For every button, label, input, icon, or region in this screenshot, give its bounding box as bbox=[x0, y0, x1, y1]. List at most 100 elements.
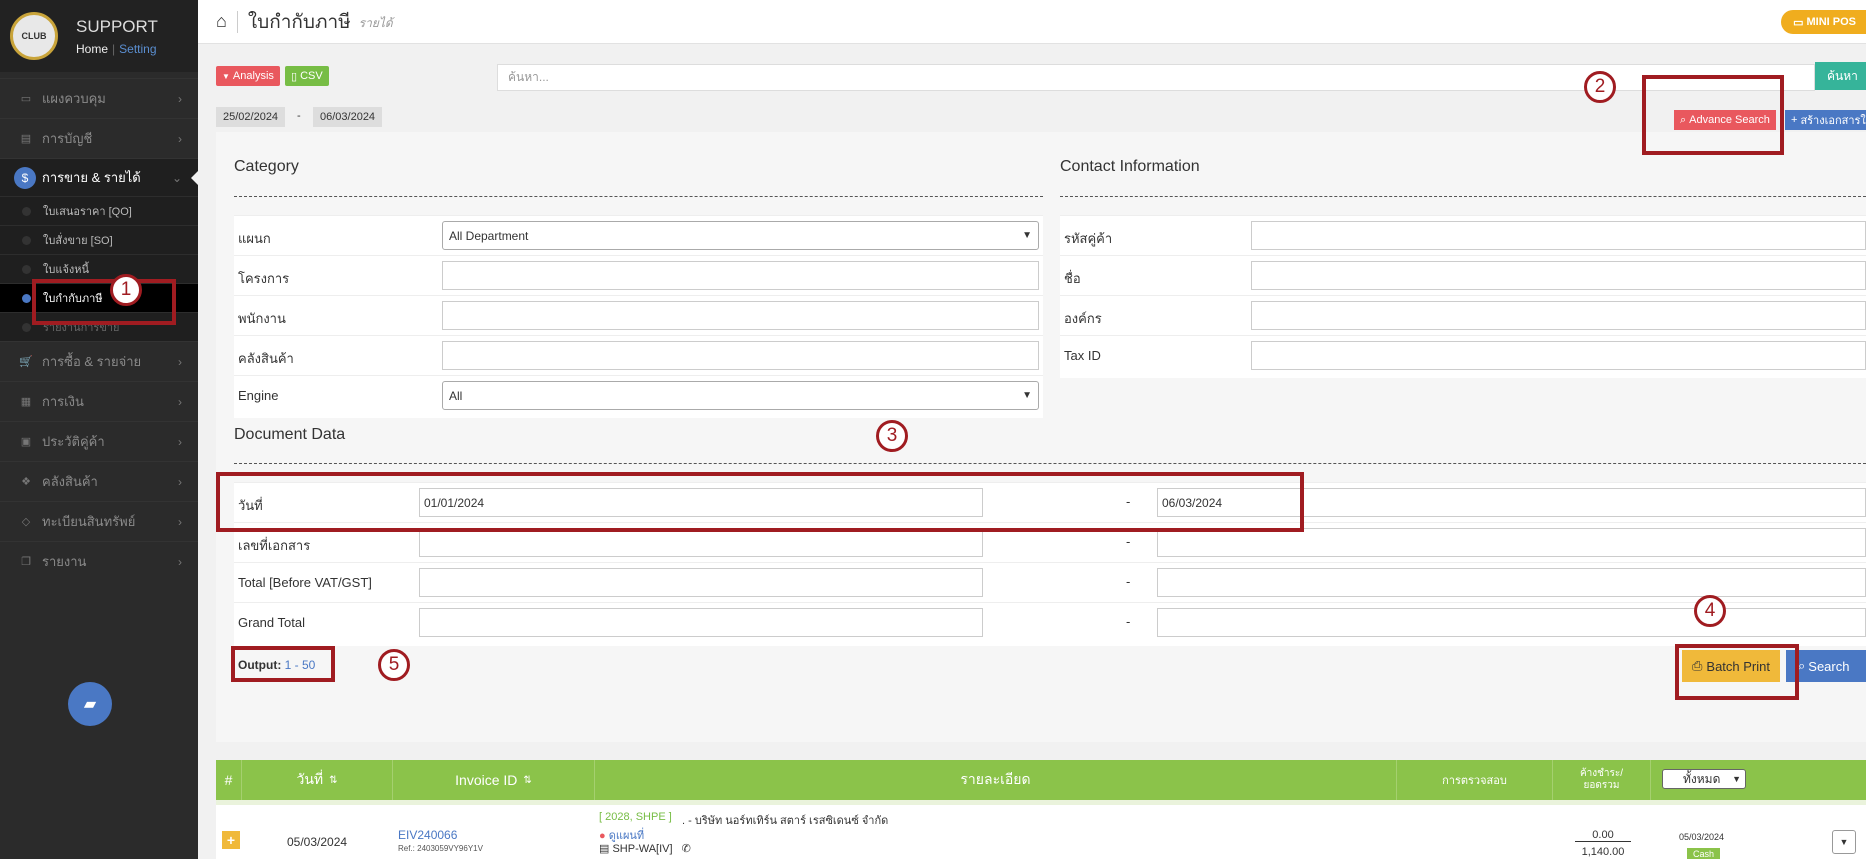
chevron-right-icon: › bbox=[178, 354, 182, 369]
search-label: Search bbox=[1808, 658, 1850, 674]
submenu-label: ใบสั่งขาย [SO] bbox=[43, 235, 113, 247]
project-label: โครงการ bbox=[238, 271, 290, 286]
divider bbox=[234, 463, 1866, 464]
column-header-detail: รายละเอียด bbox=[595, 760, 1397, 800]
topbar: ⌂ ใบกำกับภาษี รายได้ ▭ MINI POS bbox=[198, 0, 1866, 44]
total-to-input[interactable] bbox=[1157, 568, 1866, 597]
monitor-icon: ▭ bbox=[20, 93, 32, 105]
annotation-number-2: 2 bbox=[1584, 71, 1616, 103]
annotation-box-2 bbox=[1642, 75, 1784, 155]
grand-total-from-input[interactable] bbox=[419, 608, 983, 637]
submenu-quotation[interactable]: ใบเสนอราคา [QO] bbox=[0, 196, 198, 225]
bullet-icon bbox=[22, 264, 31, 274]
create-document-button[interactable]: +สร้างเอกสารใหม่ bbox=[1785, 110, 1866, 130]
cart-icon: 🛒 bbox=[19, 356, 33, 368]
row-total: 1,140.00 bbox=[1581, 846, 1625, 858]
row-company[interactable]: . - บริษัท นอร์ทเทิร์น สตาร์ เรสซิเดนซ์ … bbox=[682, 811, 888, 829]
book-icon: ▰ bbox=[83, 696, 97, 713]
caret-down-icon: ▼ bbox=[1839, 837, 1849, 847]
bullet-icon bbox=[22, 293, 31, 303]
chevron-down-icon: ▼ bbox=[1022, 230, 1032, 241]
sidebar-item-dashboard[interactable]: ▭ แผงควบคุม › bbox=[0, 78, 198, 118]
sidebar-item-warehouse[interactable]: ❖ คลังสินค้า › bbox=[0, 461, 198, 501]
brand-separator: | bbox=[112, 41, 116, 56]
row-tag[interactable]: [ 2028, SHPE ] bbox=[599, 811, 672, 823]
row-date: 05/03/2024 bbox=[287, 835, 348, 849]
customer-code-input[interactable] bbox=[1251, 221, 1866, 250]
project-input[interactable] bbox=[442, 261, 1039, 290]
submenu-sales-order[interactable]: ใบสั่งขาย [SO] bbox=[0, 225, 198, 254]
department-label: แผนก bbox=[238, 231, 271, 246]
form-row: คลังสินค้า bbox=[234, 335, 1043, 375]
department-select[interactable]: All Department ▼ bbox=[442, 221, 1039, 250]
employee-input[interactable] bbox=[442, 301, 1039, 330]
home-link[interactable]: Home bbox=[76, 42, 108, 56]
grand-total-to-input[interactable] bbox=[1157, 608, 1866, 637]
manual-button[interactable]: ▰ bbox=[68, 682, 112, 726]
expand-button[interactable]: + bbox=[222, 831, 240, 849]
warehouse-input[interactable] bbox=[442, 341, 1039, 370]
form-row: องค์กร bbox=[1060, 295, 1866, 335]
analysis-button[interactable]: ▼ Analysis bbox=[216, 66, 280, 86]
home-icon[interactable]: ⌂ bbox=[216, 11, 227, 32]
range-separator: - bbox=[1126, 574, 1131, 589]
annotation-box-5 bbox=[231, 646, 335, 682]
form-row: แผนก All Department ▼ bbox=[234, 215, 1043, 255]
date-to-chip[interactable]: 06/03/2024 bbox=[313, 107, 383, 127]
column-header-invoice[interactable]: Invoice ID ⇅ bbox=[393, 760, 595, 800]
setting-link[interactable]: Setting bbox=[119, 42, 156, 56]
logo[interactable]: CLUB bbox=[10, 12, 58, 60]
name-label: ชื่อ bbox=[1064, 271, 1081, 286]
row-invoice-id[interactable]: EIV240066 bbox=[398, 828, 457, 842]
chevron-right-icon: › bbox=[178, 394, 182, 409]
status-filter-select[interactable]: ทั้งหมด ▼ bbox=[1662, 769, 1746, 789]
row-actions-dropdown[interactable]: ▼ bbox=[1832, 830, 1856, 854]
annotation-number-4: 4 bbox=[1694, 595, 1726, 627]
sidebar-item-label: การขาย & รายได้ bbox=[42, 170, 141, 185]
customer-code-label: รหัสคู่ค้า bbox=[1064, 231, 1113, 246]
mini-pos-label: MINI POS bbox=[1806, 16, 1856, 28]
brand: CLUB SUPPORT Home | Setting bbox=[0, 0, 198, 72]
engine-select[interactable]: All ▼ bbox=[442, 381, 1039, 410]
name-input[interactable] bbox=[1251, 261, 1866, 290]
search-go-button[interactable]: ค้นหา bbox=[1815, 62, 1866, 90]
annotation-box-3 bbox=[216, 472, 1304, 532]
category-form: แผนก All Department ▼ โครงการ พนักงาน คลั… bbox=[234, 215, 1043, 418]
column-header-date[interactable]: วันที่ ⇅ bbox=[242, 760, 393, 800]
csv-button[interactable]: ▯ CSV bbox=[285, 66, 329, 86]
caret-down-icon: ▼ bbox=[222, 71, 230, 81]
engine-value: All bbox=[449, 388, 463, 403]
page-title: ใบกำกับภาษี bbox=[247, 11, 351, 33]
sidebar-item-purchase[interactable]: 🛒 การซื้อ & รายจ่าย › bbox=[0, 341, 198, 381]
sidebar-item-accounting[interactable]: ▤ การบัญชี › bbox=[0, 118, 198, 158]
divider bbox=[236, 10, 238, 33]
document-data-title: Document Data bbox=[234, 426, 346, 443]
row-outstanding: 0.00 bbox=[1575, 829, 1631, 842]
chevron-right-icon: › bbox=[178, 434, 182, 449]
organization-input[interactable] bbox=[1251, 301, 1866, 330]
sidebar-item-label: ประวัติคู่ค้า bbox=[42, 434, 105, 449]
form-row: Tax ID bbox=[1060, 335, 1866, 375]
chevron-down-icon: ▼ bbox=[1022, 390, 1032, 401]
sidebar-item-contacts[interactable]: ▣ ประวัติคู่ค้า › bbox=[0, 421, 198, 461]
mini-pos-button[interactable]: ▭ MINI POS bbox=[1781, 10, 1866, 34]
bullet-icon bbox=[22, 235, 31, 245]
form-row: ชื่อ bbox=[1060, 255, 1866, 295]
date-from-chip[interactable]: 25/02/2024 bbox=[216, 107, 286, 127]
balance-header-line1: ค้างชำระ/ bbox=[1579, 768, 1624, 779]
docno-from-input[interactable] bbox=[419, 528, 983, 557]
tax-id-input[interactable] bbox=[1251, 341, 1866, 370]
total-from-input[interactable] bbox=[419, 568, 983, 597]
sidebar-item-finance[interactable]: ▦ การเงิน › bbox=[0, 381, 198, 421]
sidebar-item-sales[interactable]: $ การขาย & รายได้ ⌄ bbox=[0, 158, 198, 196]
sidebar-item-assets[interactable]: ◇ ทะเบียนสินทรัพย์ › bbox=[0, 501, 198, 541]
submenu-label: ใบแจ้งหนี้ bbox=[43, 264, 90, 276]
sidebar-item-reports[interactable]: ❐ รายงาน › bbox=[0, 541, 198, 581]
column-header-label: Invoice ID bbox=[455, 772, 518, 788]
channel-label: SHP-WA[IV] bbox=[612, 843, 673, 855]
search-input[interactable]: ค้นหา... bbox=[497, 64, 1815, 91]
department-value: All Department bbox=[449, 228, 529, 243]
sidebar-item-label: การเงิน bbox=[42, 394, 84, 409]
docno-to-input[interactable] bbox=[1157, 528, 1866, 557]
status-filter-value: ทั้งหมด bbox=[1683, 771, 1721, 786]
